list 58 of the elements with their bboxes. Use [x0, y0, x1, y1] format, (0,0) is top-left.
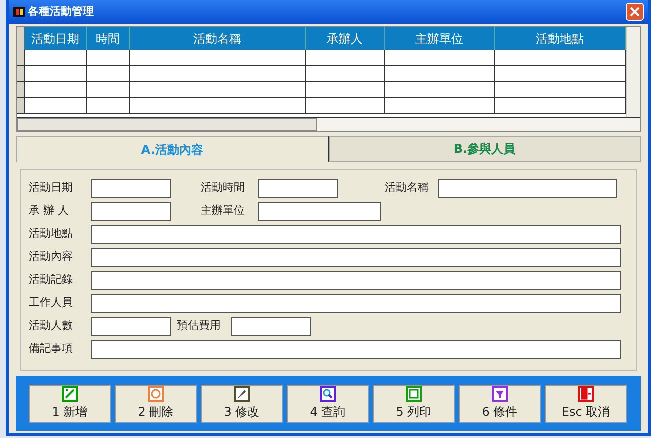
input-field[interactable] [91, 202, 171, 221]
window-title: 各種活動管理 [28, 4, 94, 20]
row-selector[interactable] [17, 27, 25, 50]
toolbar-button[interactable]: 2 刪除 [115, 384, 197, 422]
toolbar-button[interactable]: 1 新增 [29, 384, 111, 422]
grid-row[interactable] [17, 82, 626, 98]
exit-icon [578, 386, 594, 402]
column-header[interactable]: 活動日期 [25, 27, 87, 50]
field-label: 預估費用 [177, 318, 222, 334]
field-label: 主辦單位 [201, 203, 246, 220]
input-field[interactable] [91, 317, 171, 336]
toolbar-button[interactable]: 3 修改 [201, 384, 283, 422]
input-field[interactable] [91, 271, 621, 290]
field-label: 活動地點 [29, 226, 74, 242]
filter-icon [492, 386, 508, 402]
field-label: 活動記錄 [29, 272, 74, 288]
edit-icon [234, 386, 250, 402]
row-selector[interactable] [17, 98, 25, 113]
toolbar-button[interactable]: 5 列印 [373, 384, 455, 422]
toolbar-button[interactable]: 4 查詢 [287, 384, 369, 422]
field-label: 承 辦 人 [29, 203, 70, 220]
row-selector[interactable] [17, 66, 25, 81]
row-selector[interactable] [17, 50, 25, 65]
field-label: 活動名稱 [385, 180, 430, 196]
grid-row[interactable] [17, 66, 626, 82]
grid-row[interactable] [17, 98, 626, 114]
row-selector[interactable] [17, 82, 25, 97]
input-field[interactable] [231, 317, 311, 336]
column-header[interactable]: 活動名稱 [130, 27, 306, 50]
field-label: 活動內容 [29, 249, 74, 266]
input-field[interactable] [91, 248, 621, 267]
close-icon [630, 7, 640, 17]
input-field[interactable] [258, 202, 381, 221]
input-field[interactable] [91, 340, 621, 359]
pencil-icon [62, 386, 78, 402]
search-icon [320, 386, 336, 402]
column-header[interactable]: 時間 [87, 27, 130, 50]
tab[interactable]: A.活動內容 [16, 136, 328, 162]
field-label: 活動日期 [29, 180, 74, 196]
field-label: 備記事項 [29, 341, 74, 358]
toolbar-button[interactable]: Esc 取消 [545, 384, 627, 422]
close-button[interactable] [626, 3, 644, 21]
input-field[interactable] [91, 294, 621, 313]
input-field[interactable] [258, 179, 338, 198]
horizontal-scrollbar[interactable] [17, 117, 640, 131]
field-label: 活動人數 [29, 318, 74, 334]
field-label: 活動時間 [201, 180, 246, 196]
tab[interactable]: B.參與人員 [328, 136, 641, 162]
column-header[interactable]: 承辦人 [306, 27, 385, 50]
toolbar-button[interactable]: 6 條件 [459, 384, 541, 422]
field-label: 工作人員 [29, 295, 74, 312]
column-header[interactable]: 主辦單位 [385, 27, 495, 50]
input-field[interactable] [438, 179, 617, 198]
input-field[interactable] [91, 225, 621, 244]
app-icon [13, 6, 25, 18]
vertical-scrollbar[interactable] [626, 27, 640, 117]
grid-row[interactable] [17, 50, 626, 66]
input-field[interactable] [91, 179, 171, 198]
